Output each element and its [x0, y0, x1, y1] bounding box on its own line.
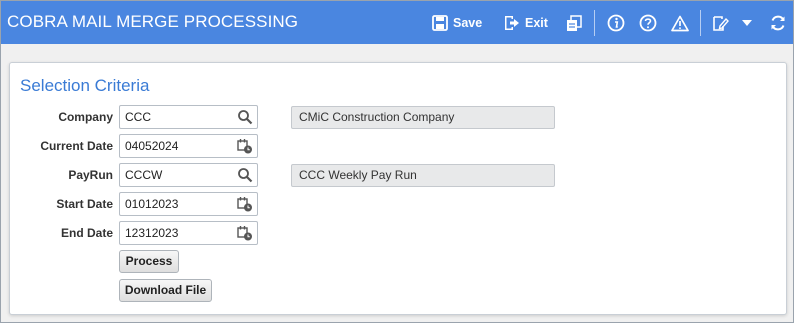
- start-date-value: 01012023: [125, 197, 179, 211]
- save-label: Save: [453, 16, 483, 30]
- exit-icon: [505, 16, 519, 30]
- refresh-icon[interactable]: [768, 12, 788, 34]
- current-date-value: 04052024: [125, 139, 179, 153]
- payrun-value: CCCW: [125, 168, 163, 182]
- save-button[interactable]: Save: [432, 12, 482, 34]
- process-button[interactable]: Process: [119, 250, 179, 273]
- dropdown-caret-icon[interactable]: [737, 12, 757, 34]
- search-icon[interactable]: [237, 167, 253, 183]
- download-file-button[interactable]: Download File: [119, 279, 212, 302]
- end-date-label: End Date: [60, 226, 113, 240]
- start-date-field[interactable]: 01012023: [119, 192, 258, 216]
- current-date-label: Current Date: [40, 139, 113, 153]
- app-window: COBRA MAIL MERGE PROCESSING Save Exit Se…: [0, 0, 794, 323]
- company-label: Company: [58, 110, 113, 124]
- save-icon: [432, 15, 448, 31]
- payrun-field[interactable]: CCCW: [119, 163, 258, 187]
- current-date-field[interactable]: 04052024: [119, 134, 258, 158]
- exit-label: Exit: [525, 16, 548, 30]
- company-field[interactable]: CCC: [119, 105, 258, 129]
- payrun-label: PayRun: [68, 168, 113, 182]
- title-bar: COBRA MAIL MERGE PROCESSING Save Exit: [1, 1, 793, 44]
- company-value: CCC: [125, 110, 151, 124]
- calendar-icon[interactable]: [237, 138, 253, 154]
- calendar-icon[interactable]: [237, 225, 253, 241]
- calendar-icon[interactable]: [237, 196, 253, 212]
- end-date-field[interactable]: 12312023: [119, 221, 258, 245]
- selection-criteria-panel: Selection Criteria Company CCC CMiC Cons…: [9, 62, 787, 315]
- warning-icon[interactable]: [670, 12, 690, 34]
- search-icon[interactable]: [237, 109, 253, 125]
- end-date-value: 12312023: [125, 226, 179, 240]
- exit-button[interactable]: Exit: [503, 12, 548, 34]
- info-icon[interactable]: [606, 12, 626, 34]
- toolbar-separator: [594, 10, 595, 36]
- reports-icon[interactable]: [564, 12, 584, 34]
- toolbar-separator: [700, 10, 701, 36]
- notes-icon[interactable]: [710, 12, 730, 34]
- help-icon[interactable]: [638, 12, 658, 34]
- start-date-label: Start Date: [56, 197, 113, 211]
- page-title: COBRA MAIL MERGE PROCESSING: [7, 12, 299, 31]
- section-title: Selection Criteria: [20, 76, 150, 95]
- payrun-description: CCC Weekly Pay Run: [291, 164, 555, 187]
- company-description: CMiC Construction Company: [291, 106, 555, 129]
